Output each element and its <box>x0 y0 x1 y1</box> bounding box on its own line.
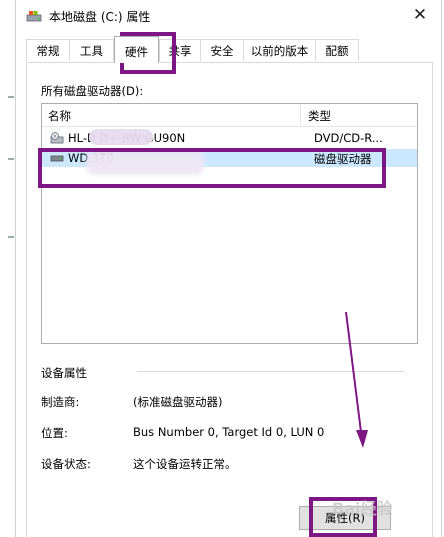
annotation-arrow <box>345 311 368 448</box>
watermark: Bai经验 <box>332 499 393 518</box>
tab-hardware[interactable]: 硬件 <box>114 36 159 63</box>
